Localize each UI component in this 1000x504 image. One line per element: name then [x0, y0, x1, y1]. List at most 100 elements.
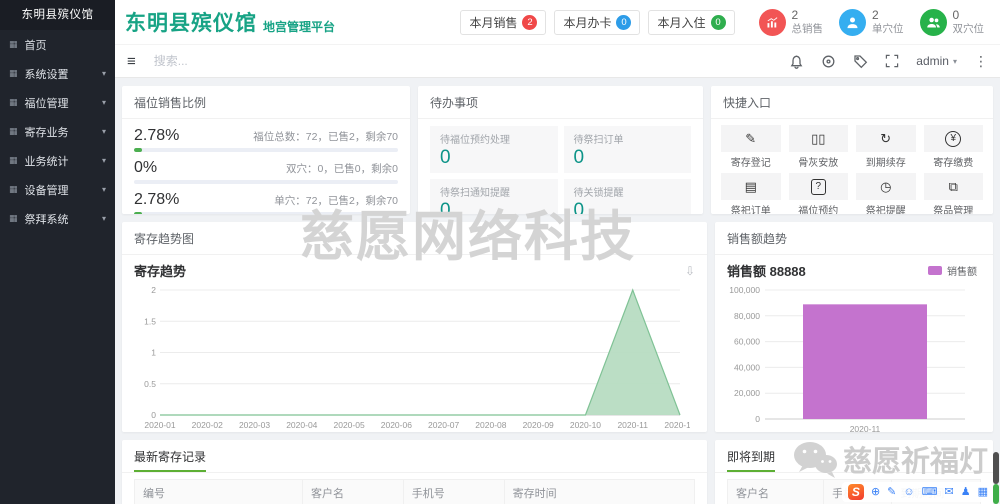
svg-text:0.5: 0.5: [144, 379, 156, 389]
search-input[interactable]: [153, 54, 344, 68]
boxes-icon: ⧉: [948, 179, 958, 194]
input-method-bar: S ⊕ ✎ ☺ ⌨ ✉ ♟ ▦: [841, 482, 994, 502]
ime-keyboard-icon[interactable]: ⌨: [922, 486, 938, 498]
svg-text:2020-07: 2020-07: [428, 420, 459, 430]
chart-title: 销售额 88888: [727, 264, 806, 279]
quick-entry-ash-placement[interactable]: ▯▯ 骨灰安放: [788, 125, 848, 169]
svg-text:40,000: 40,000: [734, 362, 760, 372]
chevron-down-icon: ▾: [101, 69, 106, 78]
clock-icon: ◷: [880, 179, 892, 194]
svg-text:2: 2: [151, 285, 156, 295]
svg-text:80,000: 80,000: [734, 311, 760, 321]
quick-entry-storage-register[interactable]: ✎ 寄存登记: [721, 125, 781, 169]
todo-item[interactable]: 待福位预约处理 0: [430, 126, 558, 173]
menu-grid-icon: ▦: [9, 126, 18, 136]
sales-trend-card: 销售额趋势 销售额 88888 销售额 0 20,000 40,000 60,000 8…: [715, 222, 993, 432]
more-options-icon[interactable]: ⋮: [974, 53, 988, 70]
message-icon[interactable]: [821, 54, 836, 69]
fullscreen-icon[interactable]: [885, 54, 899, 68]
collapse-menu-icon[interactable]: ≡: [127, 53, 136, 70]
sidebar-nav: ▦ 首页 ▦ 系统设置 ▾ ▦ 福位管理 ▾ ▦ 寄存业务 ▾ ▦ 业务统计 ▾…: [0, 30, 115, 233]
quick-entry-offerings-management[interactable]: ⧉ 祭品管理: [923, 173, 983, 214]
sidebar-title: 东明县殡仪馆: [0, 0, 115, 30]
bell-icon[interactable]: [789, 54, 804, 69]
main-area: 东明县殡仪馆 地宫管理平台 本月销售 2 本月办卡 0 本月入住 0 2 总销售…: [115, 0, 1000, 504]
menu-grid-icon: ▦: [9, 213, 18, 223]
chevron-down-icon: ▾: [101, 127, 106, 136]
chevron-down-icon: ▾: [101, 98, 106, 107]
user-menu[interactable]: admin ▾: [916, 54, 957, 68]
column-header: 客户名: [726, 479, 825, 504]
legend-swatch: [928, 266, 942, 275]
svg-text:1: 1: [151, 348, 156, 358]
todo-item[interactable]: 待祭扫通知提醒 0: [430, 179, 558, 214]
scan-icon: ▯▯: [811, 131, 826, 146]
dashboard-content: 福位销售比例 2.78% 福位总数：72，已售2，剩余70 0% 双穴：0，已售…: [115, 79, 1000, 504]
sidebar-item-system-settings[interactable]: ▦ 系统设置 ▾: [0, 59, 115, 88]
ratio-row-total: 2.78% 福位总数：72，已售2，剩余70: [134, 127, 398, 152]
latest-records-card: 最新寄存记录 编号 客户名 手机号 寄存时间: [122, 440, 707, 504]
quick-entry-sacrifice-orders[interactable]: ▤ 祭祀订单: [721, 173, 781, 214]
ratio-row-double: 0% 双穴：0，已售0，剩余0: [134, 159, 398, 184]
menu-grid-icon: ▦: [9, 184, 18, 194]
ime-clipboard-icon[interactable]: ✉: [945, 486, 954, 498]
svg-text:2020-11: 2020-11: [617, 420, 648, 430]
chip-month-sales[interactable]: 本月销售 2: [460, 9, 547, 35]
quick-entry-card: 快捷入口 ✎ 寄存登记 ▯▯ 骨灰安放 ↻ 到期续存 ¥ 寄存缴费 ▤ 祭祀订单…: [711, 86, 993, 214]
todo-item[interactable]: 待祭扫订单 0: [563, 126, 691, 173]
column-header: 客户名: [302, 479, 404, 504]
scrollbar-thumb[interactable]: [993, 452, 999, 484]
chart-title: 寄存趋势: [134, 264, 187, 279]
quick-entry-payment[interactable]: ¥ 寄存缴费: [923, 125, 983, 169]
menu-grid-icon: ▦: [9, 68, 18, 78]
quick-entry-sacrifice-reminder[interactable]: ◷ 祭祀提醒: [856, 173, 916, 214]
people-icon: [919, 8, 947, 36]
ime-pen-icon[interactable]: ✎: [887, 486, 896, 498]
top-cards-row: 福位销售比例 2.78% 福位总数：72，已售2，剩余70 0% 双穴：0，已售…: [122, 86, 993, 214]
chevron-down-icon: ▾: [101, 156, 106, 165]
sidebar-item-worship-system[interactable]: ▦ 祭拜系统 ▾: [0, 204, 115, 233]
sidebar-item-home[interactable]: ▦ 首页: [0, 30, 115, 59]
count-badge: 2: [522, 14, 538, 30]
stat-single-niche: 2 单穴位: [839, 8, 904, 36]
count-badge: 0: [710, 14, 726, 30]
chip-month-cards[interactable]: 本月办卡 0: [554, 9, 641, 35]
stat-total-sales: 2 总销售: [758, 8, 823, 36]
todo-item[interactable]: 待关锁提醒 0: [563, 179, 691, 214]
svg-text:2020-05: 2020-05: [333, 420, 364, 430]
brand-subtitle: 地宫管理平台: [263, 19, 336, 34]
sogou-logo-icon[interactable]: S: [847, 484, 864, 500]
tab-latest-records[interactable]: 最新寄存记录: [134, 448, 207, 472]
chip-month-checkin[interactable]: 本月入住 0: [648, 9, 735, 35]
svg-text:0: 0: [755, 414, 760, 424]
download-icon[interactable]: ⇩: [685, 264, 695, 278]
svg-text:0: 0: [151, 410, 156, 420]
menu-grid-icon: ▦: [9, 97, 18, 107]
ime-emoji-icon[interactable]: ☺: [903, 486, 914, 498]
quick-entry-renew[interactable]: ↻ 到期续存: [856, 125, 916, 169]
tab-expiring[interactable]: 即将到期: [727, 448, 776, 472]
ime-skin-icon[interactable]: ♟: [961, 486, 971, 498]
quick-entry-niche-booking[interactable]: ? 福位预约: [788, 173, 848, 214]
card-title: 福位销售比例: [122, 86, 410, 119]
yen-icon: ¥: [945, 130, 962, 147]
todo-card: 待办事项 待福位预约处理 0 待祭扫订单 0 待祭扫通知提醒 0 待关锁提醒 0: [418, 86, 703, 214]
sidebar-item-device-management[interactable]: ▦ 设备管理 ▾: [0, 175, 115, 204]
brand-title: 东明县殡仪馆: [125, 12, 257, 35]
sidebar-item-storage-business[interactable]: ▦ 寄存业务 ▾: [0, 117, 115, 146]
card-title: 销售额趋势: [715, 222, 993, 255]
ime-toolbox-icon[interactable]: ▦: [978, 486, 988, 498]
sidebar-item-business-stats[interactable]: ▦ 业务统计 ▾: [0, 146, 115, 175]
booking-doc-icon: ?: [810, 178, 826, 195]
scrollbar-indicator: [993, 484, 999, 504]
tag-icon[interactable]: [853, 54, 868, 69]
pencil-icon: ✎: [745, 131, 757, 146]
bar-chart-icon: [758, 8, 786, 36]
toolbar: ≡ admin ▾ ⋮: [115, 45, 1000, 78]
sidebar-item-niche-management[interactable]: ▦ 福位管理 ▾: [0, 88, 115, 117]
svg-text:2020-06: 2020-06: [381, 420, 412, 430]
ime-mode-icon[interactable]: ⊕: [871, 486, 880, 498]
sidebar: 东明县殡仪馆 ▦ 首页 ▦ 系统设置 ▾ ▦ 福位管理 ▾ ▦ 寄存业务 ▾ ▦…: [0, 0, 115, 504]
chevron-down-icon: ▾: [952, 56, 957, 66]
sales-ratio-card: 福位销售比例 2.78% 福位总数：72，已售2，剩余70 0% 双穴：0，已售…: [122, 86, 410, 214]
